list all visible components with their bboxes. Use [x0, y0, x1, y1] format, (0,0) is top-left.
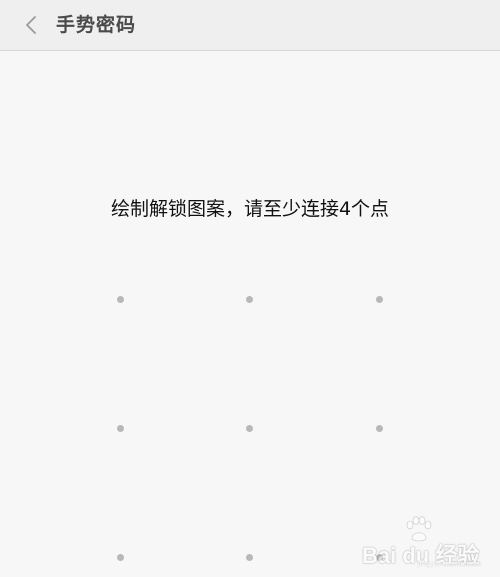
dot-mark: [375, 424, 383, 432]
pattern-dot-1[interactable]: [100, 279, 140, 319]
dot-mark: [245, 424, 253, 432]
dot-mark: [245, 295, 253, 303]
watermark-subtext: jingyan.baidu.com: [417, 560, 482, 568]
pattern-dot-2[interactable]: [229, 279, 269, 319]
pattern-dot-6[interactable]: [359, 408, 399, 448]
dot-mark: [116, 553, 124, 561]
dot-mark: [116, 424, 124, 432]
pattern-dot-5[interactable]: [229, 408, 269, 448]
dot-mark: [116, 295, 124, 303]
dot-mark: [245, 553, 253, 561]
pattern-dot-7[interactable]: [100, 537, 140, 577]
gesture-pattern-grid[interactable]: [0, 0, 500, 576]
pattern-dot-3[interactable]: [359, 279, 399, 319]
pattern-dot-8[interactable]: [229, 537, 269, 577]
dot-mark: [375, 295, 383, 303]
baidu-watermark: Bai du 经验 jingyan.baidu.com: [362, 516, 482, 568]
pattern-dot-4[interactable]: [100, 408, 140, 448]
